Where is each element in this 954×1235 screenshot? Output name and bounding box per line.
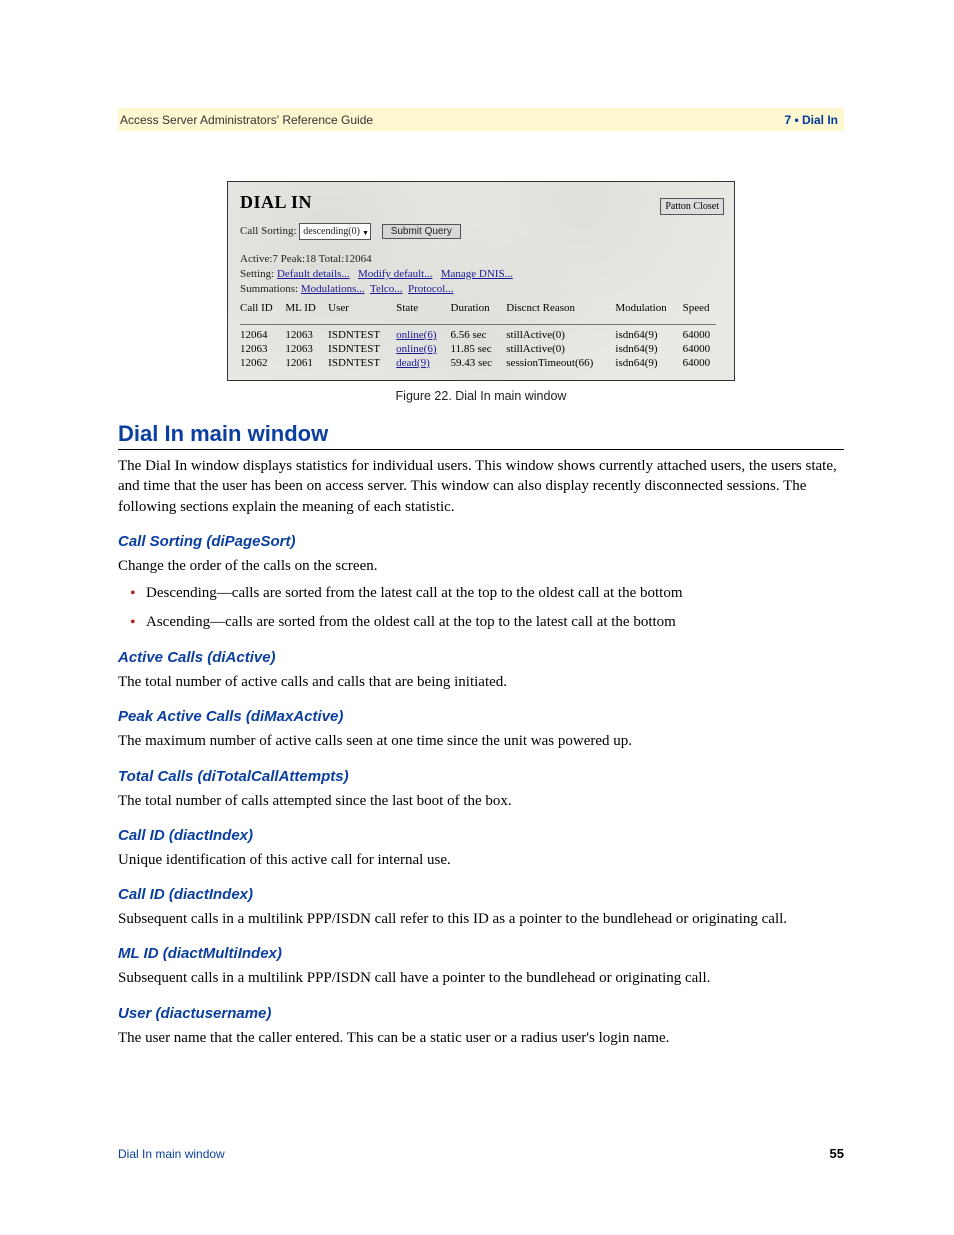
summations-row: Summations: Modulations... Telco... Prot…: [240, 283, 722, 295]
cell-duration: 11.85 sec: [451, 342, 507, 356]
cell-ml-id: 12061: [285, 356, 328, 370]
setting-link-default-details[interactable]: Default details...: [277, 268, 350, 280]
bullet-ascending: Ascending—calls are sorted from the olde…: [146, 611, 844, 634]
cell-state-link[interactable]: online(6): [396, 343, 436, 355]
peak-active-text: The maximum number of active calls seen …: [118, 731, 844, 751]
cell-state-link[interactable]: dead(9): [396, 357, 430, 369]
subheading-call-id-1: Call ID (diactIndex): [118, 827, 844, 844]
cell-duration: 6.56 sec: [451, 328, 507, 342]
footer-section-name: Dial In main window: [118, 1147, 225, 1161]
figure-caption: Figure 22. Dial In main window: [118, 389, 844, 403]
submit-query-button[interactable]: Submit Query: [382, 224, 461, 239]
sort-row: Call Sorting: descending(0) Submit Query: [240, 223, 722, 240]
summations-prefix: Summations:: [240, 283, 298, 295]
sort-label: Call Sorting:: [240, 225, 297, 237]
summations-link-protocol[interactable]: Protocol...: [408, 283, 454, 295]
setting-link-manage-dnis[interactable]: Manage DNIS...: [441, 268, 513, 280]
col-discnct: Discnct Reason: [506, 301, 615, 319]
subheading-call-sorting: Call Sorting (diPageSort): [118, 533, 844, 550]
cell-speed: 64000: [683, 342, 722, 356]
header-left-text: Access Server Administrators' Reference …: [120, 113, 373, 127]
cell-state-link[interactable]: online(6): [396, 329, 436, 341]
call-sorting-bullets: Descending—calls are sorted from the lat…: [118, 582, 844, 633]
header-right-text: 7 • Dial In: [784, 113, 838, 127]
subheading-user: User (diactusername): [118, 1005, 844, 1022]
section-heading-dial-in-main: Dial In main window: [118, 421, 844, 450]
table-row: 12062 12061 ISDNTEST dead(9) 59.43 sec s…: [240, 356, 722, 370]
cell-reason: stillActive(0): [506, 328, 615, 342]
call-id-1-text: Unique identification of this active cal…: [118, 850, 844, 870]
setting-prefix: Setting:: [240, 268, 274, 280]
col-user: User: [328, 301, 396, 319]
calls-table: Call ID ML ID User State Duration Discnc…: [240, 301, 722, 370]
call-id-2-text: Subsequent calls in a multilink PPP/ISDN…: [118, 909, 844, 929]
status-line: Active:7 Peak:18 Total:12064: [240, 253, 722, 265]
cell-ml-id: 12063: [285, 328, 328, 342]
col-call-id: Call ID: [240, 301, 285, 319]
cell-duration: 59.43 sec: [451, 356, 507, 370]
subheading-total-calls: Total Calls (diTotalCallAttempts): [118, 768, 844, 785]
cell-user: ISDNTEST: [328, 328, 396, 342]
summations-link-telco[interactable]: Telco...: [370, 283, 403, 295]
cell-reason: stillActive(0): [506, 342, 615, 356]
cell-call-id: 12063: [240, 342, 285, 356]
page-header: Access Server Administrators' Reference …: [118, 108, 844, 131]
col-duration: Duration: [451, 301, 507, 319]
cell-speed: 64000: [683, 328, 722, 342]
cell-call-id: 12064: [240, 328, 285, 342]
cell-speed: 64000: [683, 356, 722, 370]
col-ml-id: ML ID: [285, 301, 328, 319]
table-row: 12063 12063 ISDNTEST online(6) 11.85 sec…: [240, 342, 722, 356]
page-footer: Dial In main window 55: [118, 1146, 844, 1161]
cell-user: ISDNTEST: [328, 342, 396, 356]
call-sorting-text: Change the order of the calls on the scr…: [118, 556, 844, 576]
total-calls-text: The total number of calls attempted sinc…: [118, 791, 844, 811]
subheading-peak-active: Peak Active Calls (diMaxActive): [118, 708, 844, 725]
summations-link-modulations[interactable]: Modulations...: [301, 283, 365, 295]
cell-user: ISDNTEST: [328, 356, 396, 370]
col-speed: Speed: [683, 301, 722, 319]
figure-22: Patton Closet DIAL IN Call Sorting: desc…: [118, 181, 844, 403]
bullet-descending: Descending—calls are sorted from the lat…: [146, 582, 844, 605]
sort-select[interactable]: descending(0): [299, 223, 371, 240]
col-modulation: Modulation: [615, 301, 682, 319]
patton-closet-button[interactable]: Patton Closet: [660, 198, 724, 215]
intro-paragraph: The Dial In window displays statistics f…: [118, 456, 844, 517]
screenshot-title: DIAL IN: [240, 192, 722, 213]
cell-mod: isdn64(9): [615, 328, 682, 342]
subheading-active-calls: Active Calls (diActive): [118, 649, 844, 666]
subheading-call-id-2: Call ID (diactIndex): [118, 886, 844, 903]
active-calls-text: The total number of active calls and cal…: [118, 672, 844, 692]
setting-row: Setting: Default details... Modify defau…: [240, 268, 722, 280]
user-text: The user name that the caller entered. T…: [118, 1028, 844, 1048]
table-row: 12064 12063 ISDNTEST online(6) 6.56 sec …: [240, 328, 722, 342]
cell-mod: isdn64(9): [615, 356, 682, 370]
dial-in-screenshot: Patton Closet DIAL IN Call Sorting: desc…: [227, 181, 735, 381]
cell-reason: sessionTimeout(66): [506, 356, 615, 370]
footer-page-number: 55: [830, 1146, 844, 1161]
subheading-ml-id: ML ID (diactMultiIndex): [118, 945, 844, 962]
cell-call-id: 12062: [240, 356, 285, 370]
setting-link-modify-default[interactable]: Modify default...: [358, 268, 433, 280]
cell-mod: isdn64(9): [615, 342, 682, 356]
table-header-row: Call ID ML ID User State Duration Discnc…: [240, 301, 722, 319]
page: Access Server Administrators' Reference …: [0, 0, 954, 1235]
col-state: State: [396, 301, 450, 319]
ml-id-text: Subsequent calls in a multilink PPP/ISDN…: [118, 968, 844, 988]
cell-ml-id: 12063: [285, 342, 328, 356]
